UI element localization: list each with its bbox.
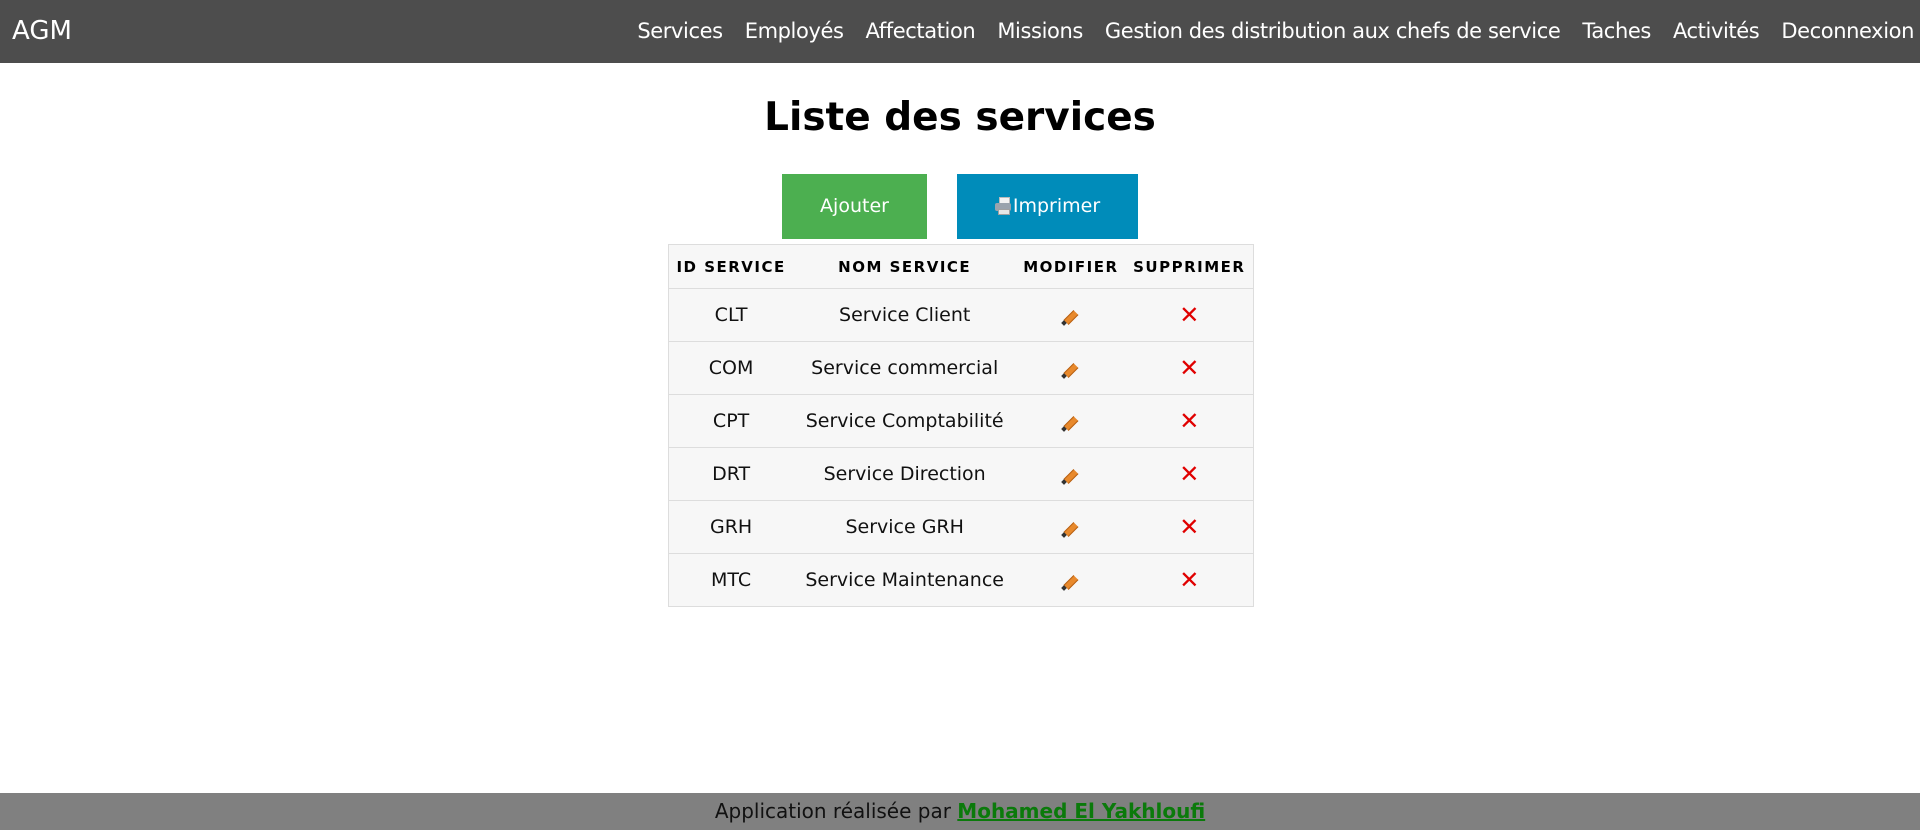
table-row: COM Service commercial ✕: [669, 341, 1253, 395]
cell-modifier: [1016, 554, 1125, 607]
cell-supprimer: ✕: [1125, 394, 1253, 448]
add-button[interactable]: Ajouter: [782, 174, 927, 239]
cell-nom-service: Service Comptabilité: [793, 394, 1017, 448]
nav-taches[interactable]: Taches: [1571, 0, 1662, 63]
cell-supprimer: ✕: [1125, 341, 1253, 395]
cell-modifier: [1016, 500, 1126, 554]
cell-id-service: CPT: [669, 394, 794, 448]
footer-text: Application réalisée par: [714, 799, 958, 823]
header-nom-service: NOM SERVICE: [793, 245, 1017, 289]
cell-supprimer: ✕: [1126, 554, 1253, 607]
table-row: CPT Service Comptabilité ✕: [669, 394, 1253, 448]
table-row: GRH Service GRH ✕: [669, 500, 1253, 554]
pencil-icon[interactable]: [1061, 518, 1081, 538]
cell-id-service: GRH: [669, 500, 794, 554]
footer: Application réalisée par Mohamed El Yakh…: [0, 793, 1920, 830]
table-row: MTC Service Maintenance ✕: [669, 554, 1253, 607]
cross-icon[interactable]: ✕: [1179, 356, 1199, 380]
cell-modifier: [1016, 447, 1126, 501]
nav-gestion-distribution[interactable]: Gestion des distribution aux chefs de se…: [1094, 0, 1571, 63]
cell-id-service: DRT: [669, 447, 794, 501]
cell-nom-service: Service GRH: [793, 500, 1017, 554]
nav-affectation[interactable]: Affectation: [855, 0, 987, 63]
printer-icon: [994, 197, 1012, 215]
print-button[interactable]: Imprimer: [957, 174, 1138, 239]
pencil-icon[interactable]: [1061, 571, 1081, 591]
cell-supprimer: ✕: [1125, 288, 1253, 342]
cell-nom-service: Service Direction: [793, 447, 1017, 501]
cell-modifier: [1016, 288, 1126, 342]
header-modifier: MODIFIER: [1016, 245, 1126, 289]
cross-icon[interactable]: ✕: [1179, 568, 1199, 592]
cross-icon[interactable]: ✕: [1179, 409, 1199, 433]
cell-nom-service: Service Client: [793, 288, 1017, 342]
nav-services[interactable]: Services: [626, 0, 733, 63]
cell-id-service: MTC: [711, 569, 752, 591]
top-navbar: AGM Services Employés Affectation Missio…: [0, 0, 1920, 63]
nav-activites[interactable]: Activités: [1662, 0, 1770, 63]
cell-id-service: CLT: [669, 288, 794, 342]
main-nav: Services Employés Affectation Missions G…: [626, 0, 1920, 63]
table-row: CLT Service Client ✕: [669, 288, 1253, 342]
cell-id-service: COM: [669, 341, 794, 395]
nav-employes[interactable]: Employés: [734, 0, 855, 63]
cross-icon[interactable]: ✕: [1179, 303, 1199, 327]
nav-missions[interactable]: Missions: [986, 0, 1094, 63]
services-table: ID SERVICE NOM SERVICE MODIFIER SUPPRIME…: [668, 244, 1254, 607]
page-title: Liste des services: [764, 95, 1156, 140]
cell-modifier: [1016, 394, 1126, 448]
cell-modifier: [1016, 341, 1126, 395]
pencil-icon[interactable]: [1061, 359, 1081, 379]
cell-nom-service: Service Maintenance: [805, 569, 1004, 591]
nav-deconnexion[interactable]: Deconnexion: [1770, 0, 1920, 63]
print-button-label: Imprimer: [1012, 195, 1101, 217]
table-header-row: ID SERVICE NOM SERVICE MODIFIER SUPPRIME…: [669, 245, 1253, 289]
pencil-icon[interactable]: [1061, 412, 1081, 432]
cross-icon[interactable]: ✕: [1179, 515, 1199, 539]
cell-supprimer: ✕: [1125, 500, 1253, 554]
header-supprimer: SUPPRIMER: [1125, 245, 1253, 289]
pencil-icon[interactable]: [1061, 306, 1081, 326]
pencil-icon[interactable]: [1061, 465, 1081, 485]
cross-icon[interactable]: ✕: [1179, 462, 1199, 486]
cell-nom-service: Service commercial: [793, 341, 1017, 395]
cell-supprimer: ✕: [1125, 447, 1253, 501]
header-id-service: ID SERVICE: [669, 245, 794, 289]
brand-logo[interactable]: AGM: [12, 0, 72, 63]
table-row: DRT Service Direction ✕: [669, 447, 1253, 501]
footer-author-link[interactable]: Mohamed El Yakhloufi: [957, 799, 1205, 823]
